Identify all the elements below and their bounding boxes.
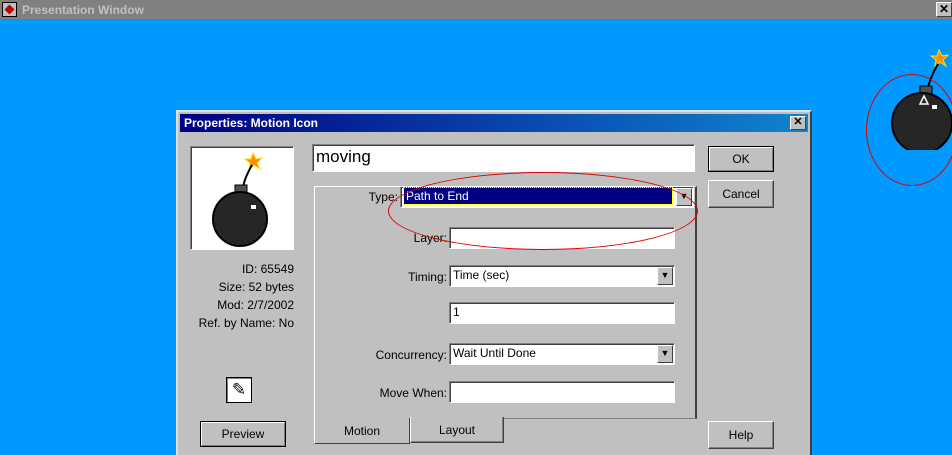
tab-motion[interactable]: Motion xyxy=(314,418,410,444)
tab-layout[interactable]: Layout xyxy=(410,417,504,443)
icon-size: Size: 52 bytes xyxy=(218,280,294,294)
help-button-label: Help xyxy=(728,428,754,442)
stage-annotation-ellipse xyxy=(866,74,952,186)
move-when-label: Move When: xyxy=(379,386,447,400)
bomb-icon xyxy=(212,151,268,247)
concurrency-select-value: Wait Until Done xyxy=(453,346,536,360)
tab-layout-label: Layout xyxy=(438,422,476,437)
cancel-button[interactable]: Cancel xyxy=(708,180,774,208)
presentation-close-button[interactable]: ✕ xyxy=(936,2,952,17)
cancel-button-label: Cancel xyxy=(722,187,760,201)
icon-name-field[interactable]: moving xyxy=(312,144,695,172)
icon-ref-by-name: Ref. by Name: No xyxy=(198,316,294,330)
timing-dropdown-arrow-icon[interactable]: ▼ xyxy=(657,267,673,285)
tab-motion-label: Motion xyxy=(343,423,381,438)
icon-modified: Mod: 2/7/2002 xyxy=(217,298,294,312)
help-button[interactable]: Help xyxy=(708,421,774,449)
app-menu-icon[interactable] xyxy=(2,2,17,17)
open-icon-button[interactable]: ✎ xyxy=(226,377,252,403)
dialog-titlebar: Properties: Motion Icon ✕ xyxy=(180,114,808,132)
dialog-title: Properties: Motion Icon xyxy=(184,116,319,130)
ok-button-label: OK xyxy=(732,152,750,166)
presentation-window-title: Presentation Window xyxy=(22,3,144,17)
type-annotation-ellipse xyxy=(388,172,698,250)
icon-id: ID: 65549 xyxy=(241,262,294,276)
edit-icon: ✎ xyxy=(231,380,247,399)
properties-dialog: Properties: Motion Icon ✕ ID: 65549 Size… xyxy=(176,110,812,455)
timing-select-value: Time (sec) xyxy=(453,268,510,282)
dialog-close-button[interactable]: ✕ xyxy=(790,116,806,130)
timing-value-field[interactable]: 1 xyxy=(449,302,675,324)
icon-preview xyxy=(190,146,294,250)
presentation-window-titlebar: Presentation Window ✕ xyxy=(0,0,952,19)
concurrency-label: Concurrency: xyxy=(375,348,447,362)
timing-select[interactable]: Time (sec) ▼ xyxy=(449,265,675,287)
concurrency-dropdown-arrow-icon[interactable]: ▼ xyxy=(657,345,673,363)
concurrency-select[interactable]: Wait Until Done ▼ xyxy=(449,343,675,365)
preview-button-label: Preview xyxy=(221,427,265,441)
timing-label: Timing: xyxy=(408,270,447,284)
move-when-field[interactable] xyxy=(449,381,675,403)
preview-button[interactable]: Preview xyxy=(200,421,286,447)
ok-button[interactable]: OK xyxy=(708,146,774,172)
